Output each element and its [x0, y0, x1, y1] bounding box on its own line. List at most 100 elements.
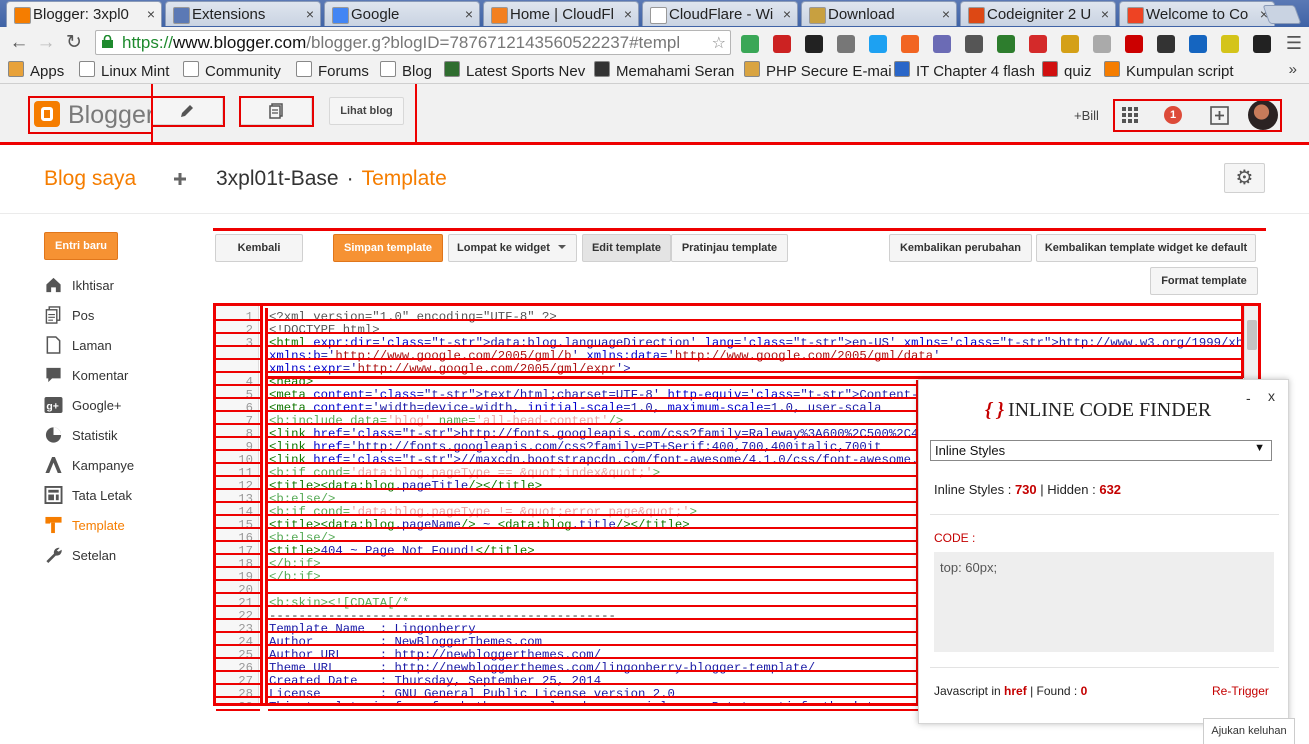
badge-icon[interactable] — [773, 35, 791, 53]
shield-icon[interactable] — [1093, 35, 1111, 53]
tab-title: Welcome to Co — [1146, 6, 1249, 23]
tab-title: Blogger: 3xpl0 — [33, 6, 129, 23]
browser-tab[interactable]: Home | CloudFl × — [483, 1, 639, 26]
editor-scroll-thumb[interactable] — [1247, 320, 1257, 350]
film-icon[interactable] — [805, 35, 823, 53]
format-template-button[interactable]: Format template — [1150, 267, 1258, 295]
forward-arrow-icon[interactable]: → — [35, 32, 57, 54]
back-arrow-icon[interactable]: ← — [8, 32, 30, 54]
send-feedback-button[interactable]: Ajukan keluhan — [1203, 718, 1295, 744]
title-separator: · — [346, 167, 354, 190]
new-post-button[interactable]: Entri baru — [44, 232, 118, 260]
tab-close-icon[interactable]: × — [147, 6, 155, 22]
revert-widget-templates-button[interactable]: Kembalikan template widget ke default — [1036, 234, 1256, 262]
bookmark-item[interactable]: IT Chapter 4 flash — [894, 61, 1035, 80]
browser-tab[interactable]: Extensions × — [165, 1, 321, 26]
highlight-bar — [268, 683, 918, 685]
p-icon[interactable] — [837, 35, 855, 53]
tab-close-icon[interactable]: × — [465, 6, 473, 22]
jump-to-widget-dropdown[interactable]: Lompat ke widget — [448, 234, 577, 262]
browser-tab[interactable]: Google × — [324, 1, 480, 26]
finder-mode-select[interactable]: Inline Styles ▼ — [930, 440, 1272, 461]
highlight-bar — [268, 696, 918, 698]
address-bar[interactable]: https://www.blogger.com/blogger.g?blogID… — [95, 30, 731, 55]
inline-styles-label: Inline Styles : — [934, 482, 1012, 497]
browser-tab[interactable]: Welcome to Co × — [1119, 1, 1275, 26]
flame-icon[interactable] — [901, 35, 919, 53]
tab-close-icon[interactable]: × — [783, 6, 791, 22]
twitter-icon[interactable] — [869, 35, 887, 53]
bookmark-item[interactable]: Blog — [380, 61, 432, 80]
my-blogs-link[interactable]: Blog saya — [44, 167, 136, 191]
new-tab-button[interactable] — [1262, 5, 1302, 24]
tab-close-icon[interactable]: × — [624, 6, 632, 22]
bookmark-item[interactable]: Kumpulan script — [1104, 61, 1234, 80]
bookmark-item[interactable]: Latest Sports Nev — [444, 61, 585, 80]
highlight-bar — [268, 501, 918, 503]
highlight-bar — [216, 410, 260, 412]
jump-to-widget-label: Lompat ke widget — [457, 242, 550, 254]
bug-icon — [594, 61, 610, 77]
reload-icon[interactable]: ↻ — [63, 32, 85, 54]
highlight-bar — [216, 618, 260, 620]
highlight-bar — [216, 436, 260, 438]
revert-changes-button[interactable]: Kembalikan perubahan — [889, 234, 1032, 262]
hidden-label: Hidden : — [1047, 482, 1096, 497]
stop-icon[interactable] — [1029, 35, 1047, 53]
bookmark-item[interactable]: Community — [183, 61, 281, 80]
highlight-bar — [216, 696, 260, 698]
pages-icon — [46, 336, 61, 354]
bookmark-item[interactable]: PHP Secure E-mai — [744, 61, 892, 80]
preview-template-tab[interactable]: Pratinjau template — [671, 234, 788, 262]
highlight-bar — [216, 319, 260, 321]
close-button[interactable]: x — [1268, 388, 1275, 404]
folder-icon — [744, 61, 760, 77]
bookmark-item[interactable]: quiz — [1042, 61, 1092, 80]
highlight-bar — [268, 462, 918, 464]
browser-tab[interactable]: CloudFlare - Wi × — [642, 1, 798, 26]
php-icon[interactable] — [933, 35, 951, 53]
braces-icon[interactable] — [997, 35, 1015, 53]
view-blog-button[interactable]: Lihat blog — [329, 97, 404, 125]
bookmark-item[interactable]: Forums — [296, 61, 369, 80]
bookmark-item[interactable]: Memahami Seran — [594, 61, 734, 80]
highlight-posts — [239, 96, 314, 127]
leaf-icon[interactable] — [741, 35, 759, 53]
calendar-icon[interactable] — [1189, 35, 1207, 53]
blog-name[interactable]: 3xpl01t-Base — [216, 167, 339, 190]
bookmark-item[interactable]: Linux Mint — [79, 61, 169, 80]
edit-template-tab[interactable]: Edit template — [582, 234, 671, 262]
highlight-divider — [415, 84, 417, 144]
javascript-finder-status: Javascript in href | Found : 0 — [934, 684, 1087, 698]
n-icon[interactable] — [1221, 35, 1239, 53]
back-button[interactable]: Kembali — [215, 234, 303, 262]
tab-close-icon[interactable]: × — [306, 6, 314, 22]
bookmarks-overflow-button[interactable]: » — [1289, 61, 1297, 78]
bookmark-label: Blog — [402, 63, 433, 80]
highlight-bar — [216, 488, 260, 490]
google-plus-user-link[interactable]: +Bill — [1074, 108, 1099, 123]
browser-tab[interactable]: Blogger: 3xpl0 × — [6, 1, 162, 27]
save-template-button[interactable]: Simpan template — [333, 234, 443, 262]
gear-extension-icon[interactable] — [965, 35, 983, 53]
blog-selector-icon[interactable] — [174, 173, 186, 185]
browser-tab[interactable]: Download × — [801, 1, 957, 26]
browser-menu-icon[interactable]: ☰ — [1283, 32, 1305, 54]
highlight-bar — [268, 371, 1243, 373]
settings-gear-button[interactable]: ⚙ — [1224, 163, 1265, 193]
retrigger-link[interactable]: Re-Trigger — [1212, 684, 1269, 698]
bookmark-star-icon[interactable]: ☆ — [712, 33, 726, 53]
css-icon[interactable] — [1125, 35, 1143, 53]
tab-close-icon[interactable]: × — [1101, 6, 1109, 22]
robot-icon[interactable] — [1061, 35, 1079, 53]
bw-icon[interactable] — [1253, 35, 1271, 53]
browser-tab[interactable]: Codeigniter 2 U × — [960, 1, 1116, 26]
tab-close-icon[interactable]: × — [942, 6, 950, 22]
code-text: </b:if> — [269, 570, 321, 584]
inline-styles-count: 730 — [1014, 482, 1037, 497]
x-icon[interactable] — [1157, 35, 1175, 53]
highlight-bar — [216, 475, 260, 477]
minimize-button[interactable]: - — [1246, 390, 1251, 406]
apps-grid-icon — [8, 61, 24, 77]
bookmark-item[interactable]: Apps — [8, 61, 64, 80]
